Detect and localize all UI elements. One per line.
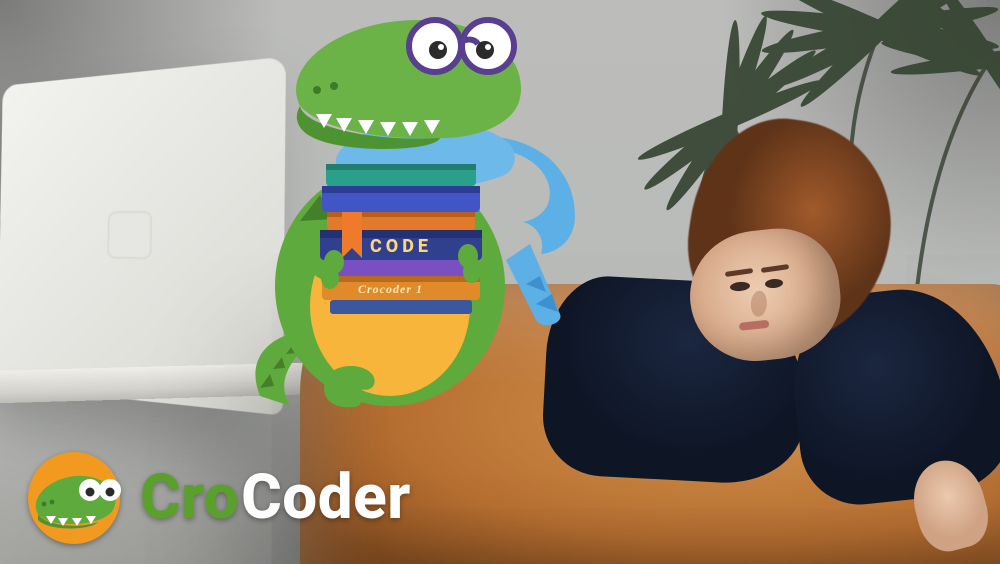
hero-image: CODE Crocoder 1 [0, 0, 1000, 564]
crocodile-mascot: CODE Crocoder 1 [230, 0, 650, 416]
crocoder-logo: CroCoder [26, 450, 411, 546]
crocoder-logo-icon [26, 450, 122, 546]
book-small-label: Crocoder 1 [358, 282, 423, 296]
woman-leaning [595, 160, 1000, 564]
book-main-label: CODE [370, 236, 432, 257]
brand-wordmark: CroCoder [140, 467, 411, 529]
brand-part-cro: Cro [140, 467, 239, 529]
brand-part-coder: Coder [241, 467, 411, 529]
